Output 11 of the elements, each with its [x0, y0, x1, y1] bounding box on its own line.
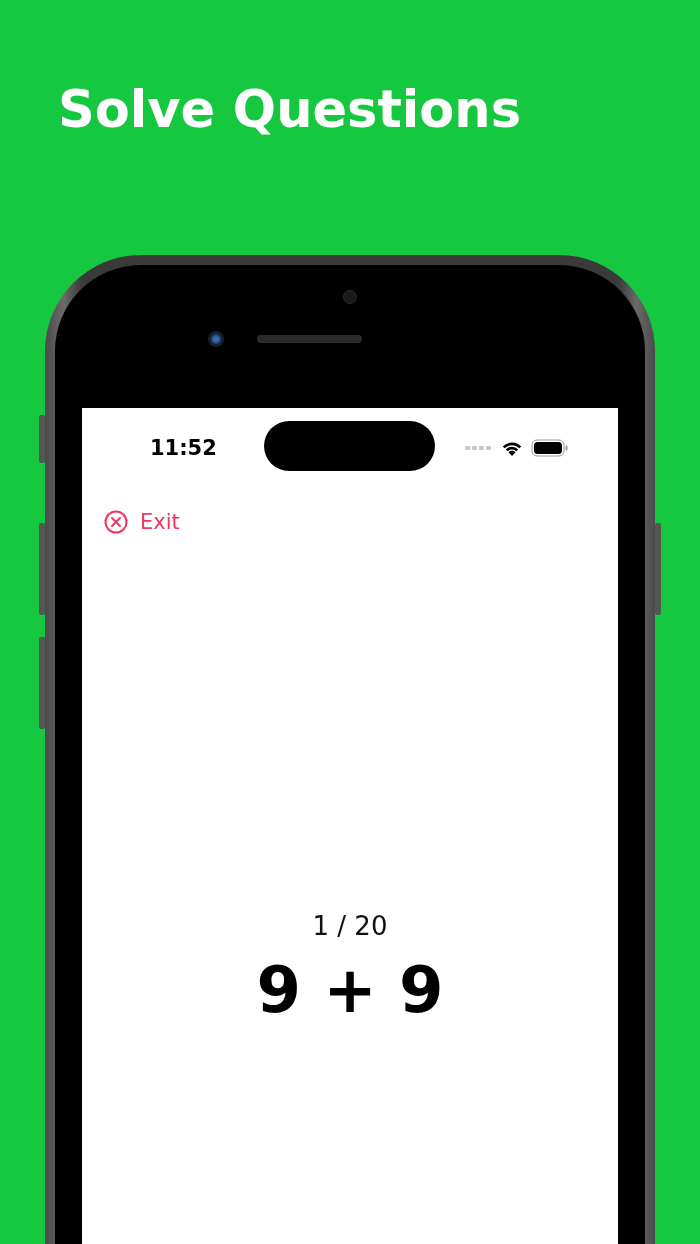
- math-question: 9 + 9: [255, 953, 445, 1027]
- status-time: 11:52: [150, 436, 218, 460]
- sensor-icon: [343, 290, 357, 304]
- signal-icon: [465, 445, 493, 451]
- close-icon: [104, 510, 128, 534]
- exit-button[interactable]: Exit: [104, 510, 180, 534]
- camera-icon: [208, 331, 224, 347]
- battery-icon: [531, 439, 569, 457]
- wifi-icon: [501, 440, 523, 456]
- headline: Solve Questions: [57, 79, 522, 141]
- question-counter: 1 / 20: [311, 911, 389, 941]
